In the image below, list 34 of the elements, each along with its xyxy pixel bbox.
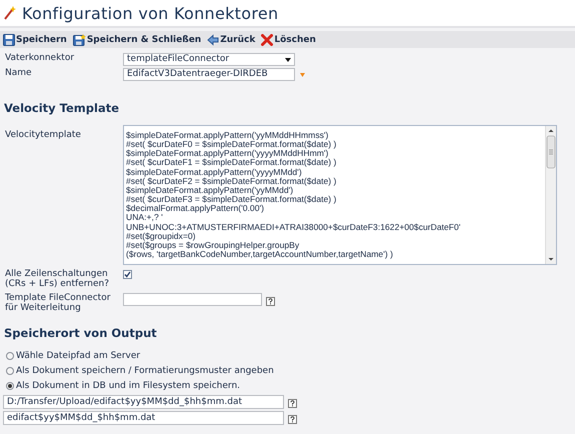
- path-input[interactable]: D:/Transfer/Upload/edifact$yy$MM$dd_$hh$mm.dat: [3, 395, 284, 409]
- path-input[interactable]: edifact$yy$MM$dd_$hh$mm.dat: [3, 411, 284, 425]
- section-heading: Velocity Template: [3, 101, 120, 115]
- field-label: Template FileConnector für Weiterleitung: [4, 293, 112, 313]
- magic-wand-icon: [4, 6, 16, 20]
- cross-icon: [261, 34, 274, 46]
- help-icon[interactable]: [288, 399, 297, 408]
- name-input[interactable]: EdifactV3Datentraeger-DIRDEB: [123, 68, 295, 81]
- back-button[interactable]: Zurück: [206, 34, 256, 46]
- save-close-button[interactable]: Speichern & Schließen: [72, 34, 202, 46]
- parent-connector-dropdown[interactable]: templateFileConnector: [123, 53, 295, 66]
- help-icon[interactable]: [288, 415, 297, 424]
- checkbox[interactable]: [123, 270, 132, 279]
- scrollbar[interactable]: [545, 126, 556, 264]
- field-label: Alle Zeilenschaltungen (CRs + LFs) entfernen?: [4, 269, 110, 289]
- field-label: Vaterkonnektor: [4, 53, 76, 63]
- delete-button[interactable]: Löschen: [260, 34, 317, 46]
- radio-button[interactable]: [6, 366, 14, 374]
- help-icon[interactable]: [266, 297, 275, 306]
- forward-connector-input[interactable]: [123, 293, 262, 306]
- radio-label: Als Dokument speichern / Formatierungsmuster angeben: [16, 366, 274, 376]
- left-arrow-icon: [207, 34, 220, 46]
- radio-label: Als Dokument in DB und im Filesystem speichern.: [16, 380, 240, 390]
- radio-button[interactable]: [6, 382, 14, 390]
- field-label: Velocitytemplate: [4, 130, 82, 140]
- radio-label: Wähle Dateipfad am Server: [16, 350, 140, 360]
- section-heading: Speicherort von Output: [3, 326, 158, 340]
- field-label: Name: [4, 68, 33, 78]
- template-textarea[interactable]: [123, 125, 557, 265]
- dropdown-arrow-icon: [285, 58, 291, 62]
- radio-button[interactable]: [6, 352, 14, 360]
- template-text: $simpleDateFormat.applyPattern('yyMMddHHmmss') #set( $curDateF0 = $simpleDateFormat.format($date) ) $simpleDateFormat.applyPattern('yyyyMMddHHmm') #set( $curDateF1 = $simpleDateFormat.format($date) ) $simpleDateFormat.applyPattern('yyyyMMdd') #set( $curDateF2 = $simpleDateFormat.format($date) ) $simpleDateFormat.applyPattern('yyMMdd') #set( $curDateF3 = $simpleDateFormat.format($date) ) $decimalFormat.applyPattern('0.00') UNA:+,? ' UNB+UNOC:3+ATMUSTERFIRMAEDI+ATRAI38000+$curDateF3:1622+00$curDateF0' #set($groupidx=0) #set($groups = $rowGroupingHelper.groupBy ($rows, 'targetBankCodeNumber,targetAccountNumber,targetName') ): [125, 129, 462, 262]
- page-title: Konfiguration von Konnektoren: [22, 4, 278, 22]
- save-button[interactable]: Speichern: [2, 34, 68, 46]
